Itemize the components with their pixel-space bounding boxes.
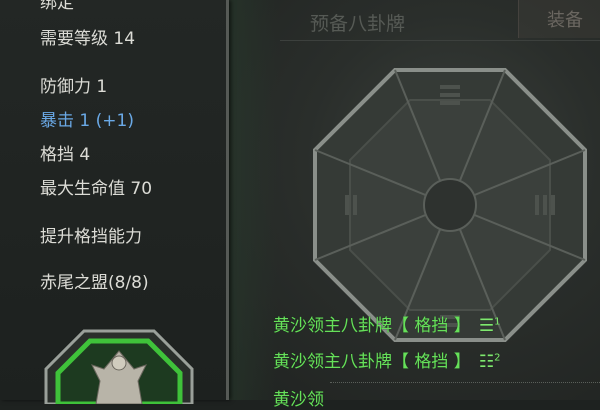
set-item-name: 黄沙领主八卦牌【 格挡 】 [273,352,471,372]
stat-defense: 防御力 1 [40,77,108,97]
divider [330,382,600,383]
trigram-icon: ☰1 [478,316,501,336]
item-effect-text: 提升格挡能力 [40,227,142,247]
stat-crit: 暴击 1 (+1) [40,111,134,131]
trigram-icon: ☷2 [478,352,501,372]
bind-status-text: 绑定 [40,0,74,13]
set-item-2[interactable]: 黄沙领主八卦牌【 格挡 】 ☷2 [273,347,500,372]
equip-tab-label[interactable]: 装备 [547,6,583,32]
set-name: 赤尾之盟(8/8) [40,273,149,293]
background-foliage [228,0,278,400]
set-item-3[interactable]: 黄沙领 [273,385,324,410]
set-emblem-icon [44,329,194,404]
set-item-1[interactable]: 黄沙领主八卦牌【 格挡 】 ☰1 [273,311,500,336]
set-item-name: 黄沙领 [273,390,324,410]
panel-title: 预备八卦牌 [310,13,406,35]
stat-block: 格挡 4 [40,145,91,165]
level-requirement: 需要等级 14 [40,29,136,49]
item-tooltip: 绑定 需要等级 14 防御力 1 暴击 1 (+1) 格挡 4 最大生命值 70… [0,0,229,404]
stat-max-hp: 最大生命值 70 [40,179,153,199]
set-item-name: 黄沙领主八卦牌【 格挡 】 [273,316,471,336]
